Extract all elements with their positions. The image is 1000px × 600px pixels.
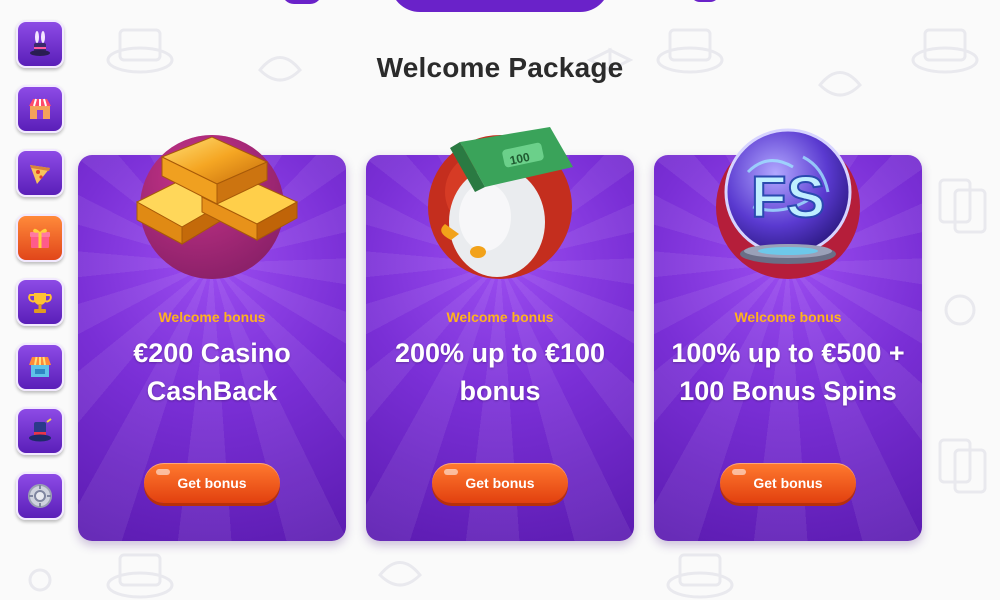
sidebar-item-magic-hat[interactable] <box>16 407 64 455</box>
money-roll-bird-icon: 100 <box>428 127 573 279</box>
get-bonus-button[interactable]: Get bonus <box>144 463 280 503</box>
gold-bars-icon <box>135 135 299 279</box>
pizza-slice-icon <box>30 165 50 184</box>
safe-vault-icon <box>28 483 52 508</box>
sidebar-item-market[interactable] <box>16 342 64 391</box>
sidebar-item-vault[interactable] <box>16 471 64 520</box>
get-bonus-button[interactable]: Get bonus <box>720 463 856 503</box>
sidebar-item-gift[interactable] <box>16 213 64 262</box>
trophy-icon <box>28 293 52 313</box>
get-bonus-button[interactable]: Get bonus <box>432 463 568 503</box>
sidebar <box>16 20 64 536</box>
page-title: Welcome Package <box>376 52 624 83</box>
top-decoration <box>390 0 610 12</box>
market-stall-icon <box>29 356 51 377</box>
shop-stall-icon <box>29 98 51 119</box>
crystal-ball-fs-icon: FS <box>716 128 860 279</box>
sidebar-item-shop[interactable] <box>16 84 64 133</box>
sidebar-item-food[interactable] <box>16 149 64 197</box>
card-label: Welcome bonus <box>158 309 266 325</box>
card-label: Welcome bonus <box>446 309 554 325</box>
card-offer: 100% up to €500 + 100 Bonus Spins <box>671 338 905 406</box>
sidebar-item-tournaments[interactable] <box>16 278 64 326</box>
crystal-ball-text: FS <box>751 165 825 230</box>
card-offer: 200% up to €100 bonus <box>394 338 606 406</box>
card-offer: €200 Casino CashBack <box>133 338 291 406</box>
card-label: Welcome bonus <box>734 309 842 325</box>
top-hat-icon <box>29 418 52 442</box>
gift-icon <box>30 228 50 248</box>
